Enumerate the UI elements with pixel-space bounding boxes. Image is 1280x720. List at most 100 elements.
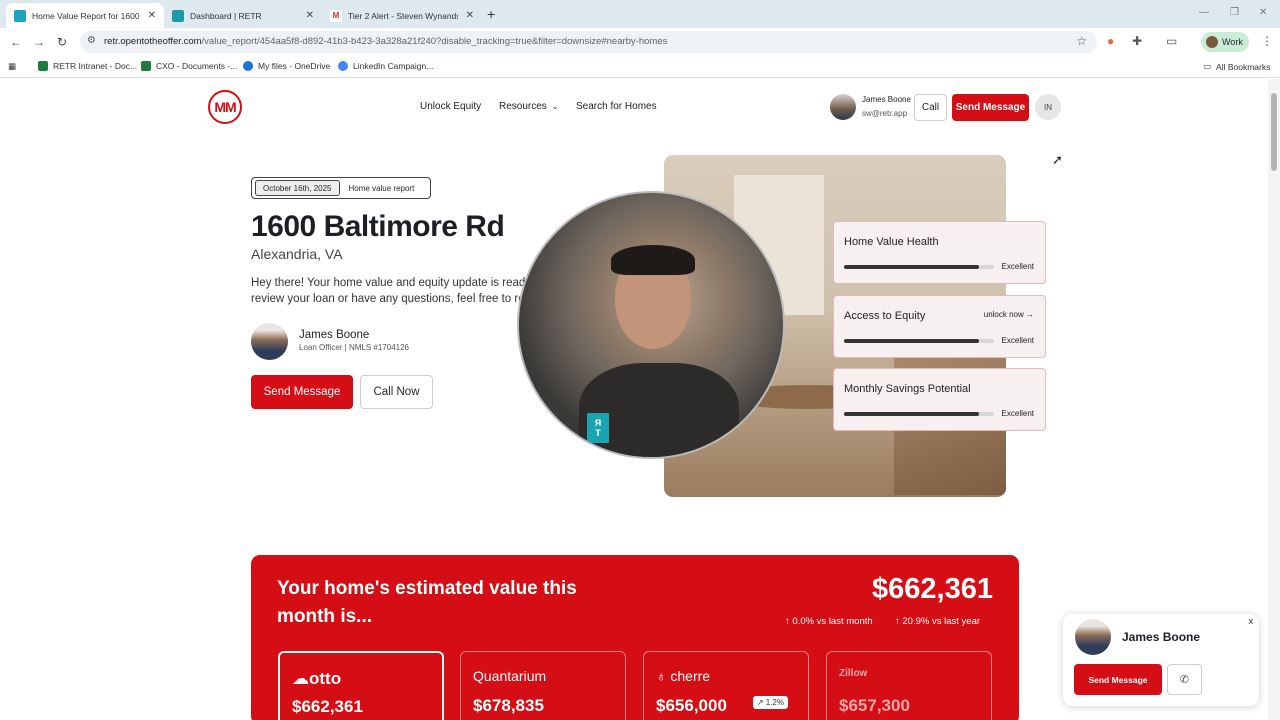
intro-text: Hey there! Your home value and equity up…	[251, 275, 531, 309]
close-tab-icon[interactable]: ✕	[306, 10, 314, 21]
tab-dashboard[interactable]: Dashboard | RETR ✕	[164, 3, 322, 28]
estimate-brand: cherre	[670, 668, 711, 684]
estimate-brand: otto	[309, 669, 342, 688]
cloud-icon: ☁	[292, 669, 309, 688]
mm-logo[interactable]: MM	[208, 90, 242, 124]
profile-label: Work	[1222, 37, 1243, 47]
estimate-amount: $656,000	[656, 696, 727, 715]
agent-email: sw@retr.app	[862, 109, 908, 118]
minimize-icon[interactable]: —	[1199, 7, 1209, 18]
close-tab-icon[interactable]: ✕	[148, 10, 156, 21]
chat-close-icon[interactable]: x	[1249, 616, 1254, 626]
nav-unlock-equity[interactable]: Unlock Equity	[420, 101, 481, 112]
chevron-down-icon: ⌄	[551, 102, 559, 111]
agent-chat-widget: James Boone x Send Message ✆	[1063, 614, 1259, 706]
url-text: retr.opentotheoffer.com/value_report/454…	[104, 36, 667, 47]
gmail-favicon-icon: M	[330, 9, 342, 22]
health-meter-fill	[844, 339, 979, 343]
report-date: October 16th, 2025	[255, 180, 340, 196]
delta-month-text: 0.0% vs last month	[792, 616, 873, 627]
bookmark-star-icon[interactable]: ☆	[1076, 34, 1087, 48]
url-path: /value_report/454aa5f8-d892-41b3-b423-3a…	[201, 36, 668, 47]
agent-name: James Boone	[862, 95, 911, 104]
bookmark-linkedin-campaign[interactable]: LinkedIn Campaign...	[338, 61, 433, 71]
all-bookmarks-label: All Bookmarks	[1216, 61, 1271, 72]
intro-line: review your loan or have any questions, …	[251, 293, 525, 305]
tab-gmail-alert[interactable]: M Tier 2 Alert - Steven Wynands - ✕	[322, 3, 482, 28]
chat-phone-button[interactable]: ✆	[1167, 664, 1202, 695]
mouse-cursor-icon: ➚	[1052, 152, 1063, 167]
google-icon	[338, 61, 348, 71]
all-bookmarks[interactable]: ▭ All Bookmarks	[1203, 61, 1270, 72]
tab-title: Home Value Report for 1600 Ba	[32, 10, 142, 21]
site-info-icon[interactable]: ⚙	[87, 35, 96, 46]
url-host: retr.opentotheoffer.com	[104, 36, 202, 47]
health-meter	[844, 265, 994, 269]
hero-send-message-button[interactable]: Send Message	[251, 375, 353, 409]
property-city: Alexandria, VA	[251, 246, 343, 262]
health-card-status: Excellent	[1001, 409, 1034, 418]
estimate-card-quantarium[interactable]: Quantarium $678,835	[460, 651, 626, 720]
bookmark-label: LinkedIn Campaign...	[353, 61, 434, 71]
sharepoint-icon	[38, 61, 48, 71]
delta-last-month: ↑ 0.0% vs last month	[785, 616, 873, 627]
close-tab-icon[interactable]: ✕	[466, 10, 474, 21]
sharepoint-icon	[141, 61, 151, 71]
estimate-amount: $662,361	[292, 697, 363, 716]
webcam-video-bubble: ЯT	[517, 191, 785, 459]
user-initials-avatar[interactable]: IN	[1035, 94, 1061, 120]
tab-home-value-report[interactable]: Home Value Report for 1600 Ba ✕	[6, 3, 164, 28]
reload-icon[interactable]: ↻	[57, 35, 67, 49]
address-bar[interactable]: ⚙ retr.opentotheoffer.com/value_report/4…	[80, 31, 1097, 53]
bookmark-label: My files - OneDrive	[258, 61, 331, 71]
loan-officer-name: James Boone	[299, 329, 370, 341]
video-person-shirt	[579, 363, 739, 457]
chat-agent-name: James Boone	[1122, 630, 1201, 644]
tab-title: Dashboard | RETR	[190, 10, 262, 21]
back-icon[interactable]: ←	[10, 35, 22, 49]
estimate-brand: Quantarium	[473, 668, 547, 684]
browser-tab-bar: Home Value Report for 1600 Ba ✕ Dashboar…	[0, 0, 1280, 28]
forward-icon[interactable]: →	[33, 35, 45, 49]
estimate-card-cherre[interactable]: ♁ cherre $656,000 ↗ 1.2%	[643, 651, 809, 720]
estimate-card-zillow[interactable]: Zillow $657,300	[826, 651, 992, 720]
new-tab-button[interactable]: +	[487, 6, 495, 22]
profile-avatar	[1206, 36, 1218, 48]
nav-search-homes[interactable]: Search for Homes	[576, 101, 657, 112]
retr-shirt-logo: ЯT	[587, 413, 609, 443]
extensions-puzzle-icon[interactable]: ✚	[1132, 34, 1142, 48]
extension-record-icon[interactable]: ●	[1107, 34, 1114, 48]
scrollbar-thumb[interactable]	[1271, 93, 1277, 171]
hero-call-now-button[interactable]: Call Now	[360, 375, 433, 409]
close-window-icon[interactable]: ✕	[1259, 7, 1267, 18]
profile-button[interactable]: Work	[1201, 32, 1249, 52]
health-card-status: Excellent	[1001, 262, 1034, 271]
tab-search-icon[interactable]: ▭	[1166, 34, 1177, 48]
bookmark-cxo-documents[interactable]: CXO - Documents -...	[141, 61, 237, 71]
cherre-icon: ♁	[656, 668, 671, 684]
health-card-monthly-savings: Monthly Savings Potential Excellent	[833, 368, 1046, 431]
health-card-title: Monthly Savings Potential	[844, 383, 971, 395]
estimate-card-otto[interactable]: ☁otto $662,361	[278, 651, 444, 720]
maximize-icon[interactable]: ❐	[1230, 7, 1239, 18]
browser-menu-icon[interactable]: ⋮	[1261, 34, 1273, 48]
nav-resources-label: Resources	[499, 101, 547, 112]
chat-send-message-button[interactable]: Send Message	[1074, 664, 1162, 695]
estimated-value-title: Your home's estimated value this month i…	[277, 578, 577, 627]
unlock-now-link[interactable]: unlock now →	[984, 310, 1034, 319]
bookmark-onedrive[interactable]: My files - OneDrive	[243, 61, 330, 71]
folder-icon: ▭	[1203, 61, 1212, 71]
tab-title: Tier 2 Alert - Steven Wynands -	[348, 10, 458, 21]
video-person-hair	[611, 245, 695, 275]
page-scrollbar[interactable]	[1268, 79, 1280, 720]
call-button[interactable]: Call	[914, 94, 947, 121]
health-meter-fill	[844, 265, 979, 269]
send-message-button[interactable]: Send Message	[952, 94, 1029, 121]
estimate-change-badge: ↗ 1.2%	[752, 696, 788, 709]
nav-resources[interactable]: Resources ⌄	[499, 101, 559, 112]
onedrive-cloud-icon	[243, 61, 253, 71]
health-card-title: Home Value Health	[844, 236, 939, 248]
bookmark-label: RETR Intranet - Doc...	[53, 61, 138, 71]
apps-grid-icon[interactable]: ▦	[8, 61, 16, 72]
bookmark-retr-intranet[interactable]: RETR Intranet - Doc...	[38, 61, 137, 71]
